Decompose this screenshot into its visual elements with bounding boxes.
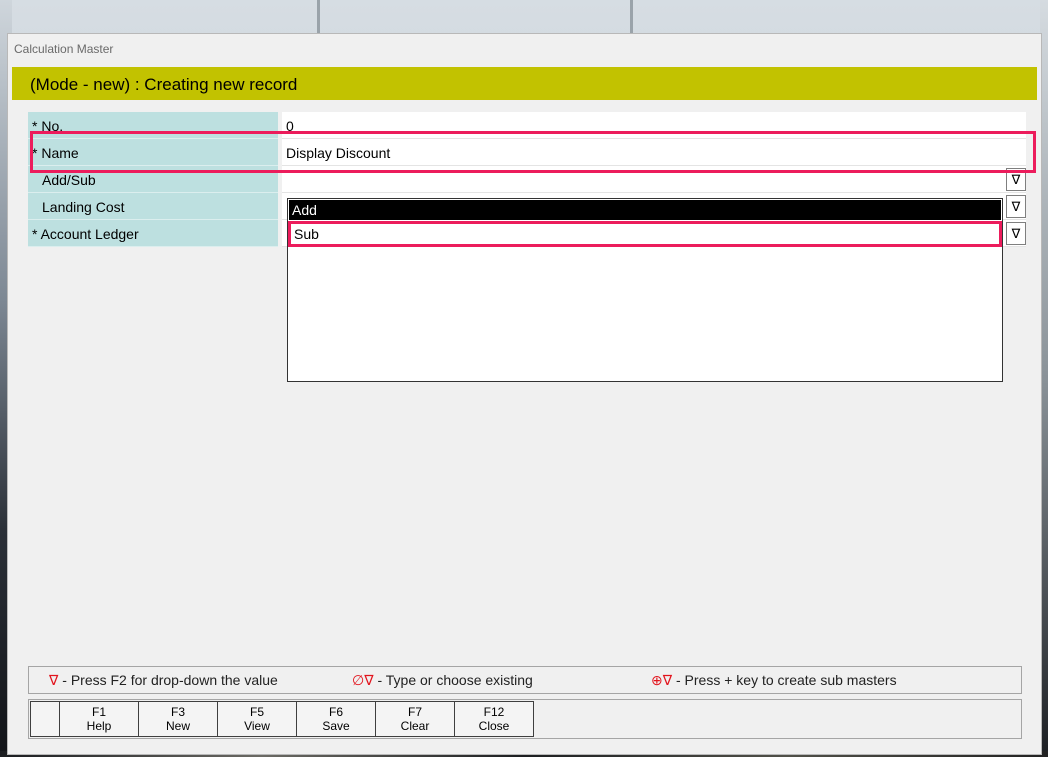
legend-dropdown-text: - Press F2 for drop-down the value (62, 672, 278, 688)
f1-label: Help (86, 719, 112, 733)
f6-save-button[interactable]: F6 Save (297, 701, 376, 737)
f1-help-button[interactable]: F1 Help (60, 701, 139, 737)
fkey-blank-button[interactable] (30, 701, 60, 737)
f3-key: F3 (170, 705, 185, 719)
mode-text: (Mode - new) : Creating new record (30, 75, 298, 94)
legend-type-choose-text: - Type or choose existing (377, 672, 533, 688)
sub-masters-symbol-icon: ⊕∇ (651, 672, 673, 688)
f12-key: F12 (483, 705, 505, 719)
f5-view-button[interactable]: F5 View (218, 701, 297, 737)
legend-sub-masters-text: - Press + key to create sub masters (676, 672, 897, 688)
f5-key: F5 (249, 705, 264, 719)
legend-bar: ∇ - Press F2 for drop-down the value ∅∇ … (28, 666, 1022, 694)
calculation-master-window: Calculation Master (Mode - new) : Creati… (7, 33, 1042, 755)
add-sub-dropdown-list: Add Sub (287, 198, 1003, 382)
account-ledger-dropdown-icon[interactable]: ∇ (1006, 222, 1026, 245)
dropdown-symbol-icon: ∇ (49, 672, 59, 688)
name-field-highlight (30, 131, 1036, 173)
f12-label: Close (478, 719, 510, 733)
f6-label: Save (322, 719, 350, 733)
f7-clear-button[interactable]: F7 Clear (376, 701, 455, 737)
dropdown-option-add[interactable]: Add (289, 200, 1001, 220)
background-pole (317, 0, 320, 34)
f3-new-button[interactable]: F3 New (139, 701, 218, 737)
f5-label: View (244, 719, 270, 733)
f7-label: Clear (400, 719, 430, 733)
window-title: Calculation Master (14, 42, 114, 56)
legend-item-type-choose: ∅∇ - Type or choose existing (352, 672, 533, 689)
legend-item-sub-masters: ⊕∇ - Press + key to create sub masters (651, 672, 897, 689)
landing-cost-dropdown-icon[interactable]: ∇ (1006, 195, 1026, 218)
legend-item-dropdown: ∇ - Press F2 for drop-down the value (49, 672, 278, 689)
background-pole (630, 0, 633, 34)
function-key-bar: F1 Help F3 New F5 View F6 Save F7 Clear F12 Cl… (28, 699, 1022, 739)
f6-key: F6 (328, 705, 343, 719)
f7-key: F7 (407, 705, 422, 719)
type-choose-symbol-icon: ∅∇ (352, 672, 374, 688)
dropdown-option-sub[interactable]: Sub (288, 221, 1002, 247)
f12-close-button[interactable]: F12 Close (455, 701, 534, 737)
landing-cost-label: Landing Cost (28, 193, 278, 220)
account-ledger-label: * Account Ledger (28, 220, 278, 247)
mode-bar: (Mode - new) : Creating new record (12, 67, 1037, 100)
f1-key: F1 (91, 705, 106, 719)
f3-label: New (165, 719, 190, 733)
